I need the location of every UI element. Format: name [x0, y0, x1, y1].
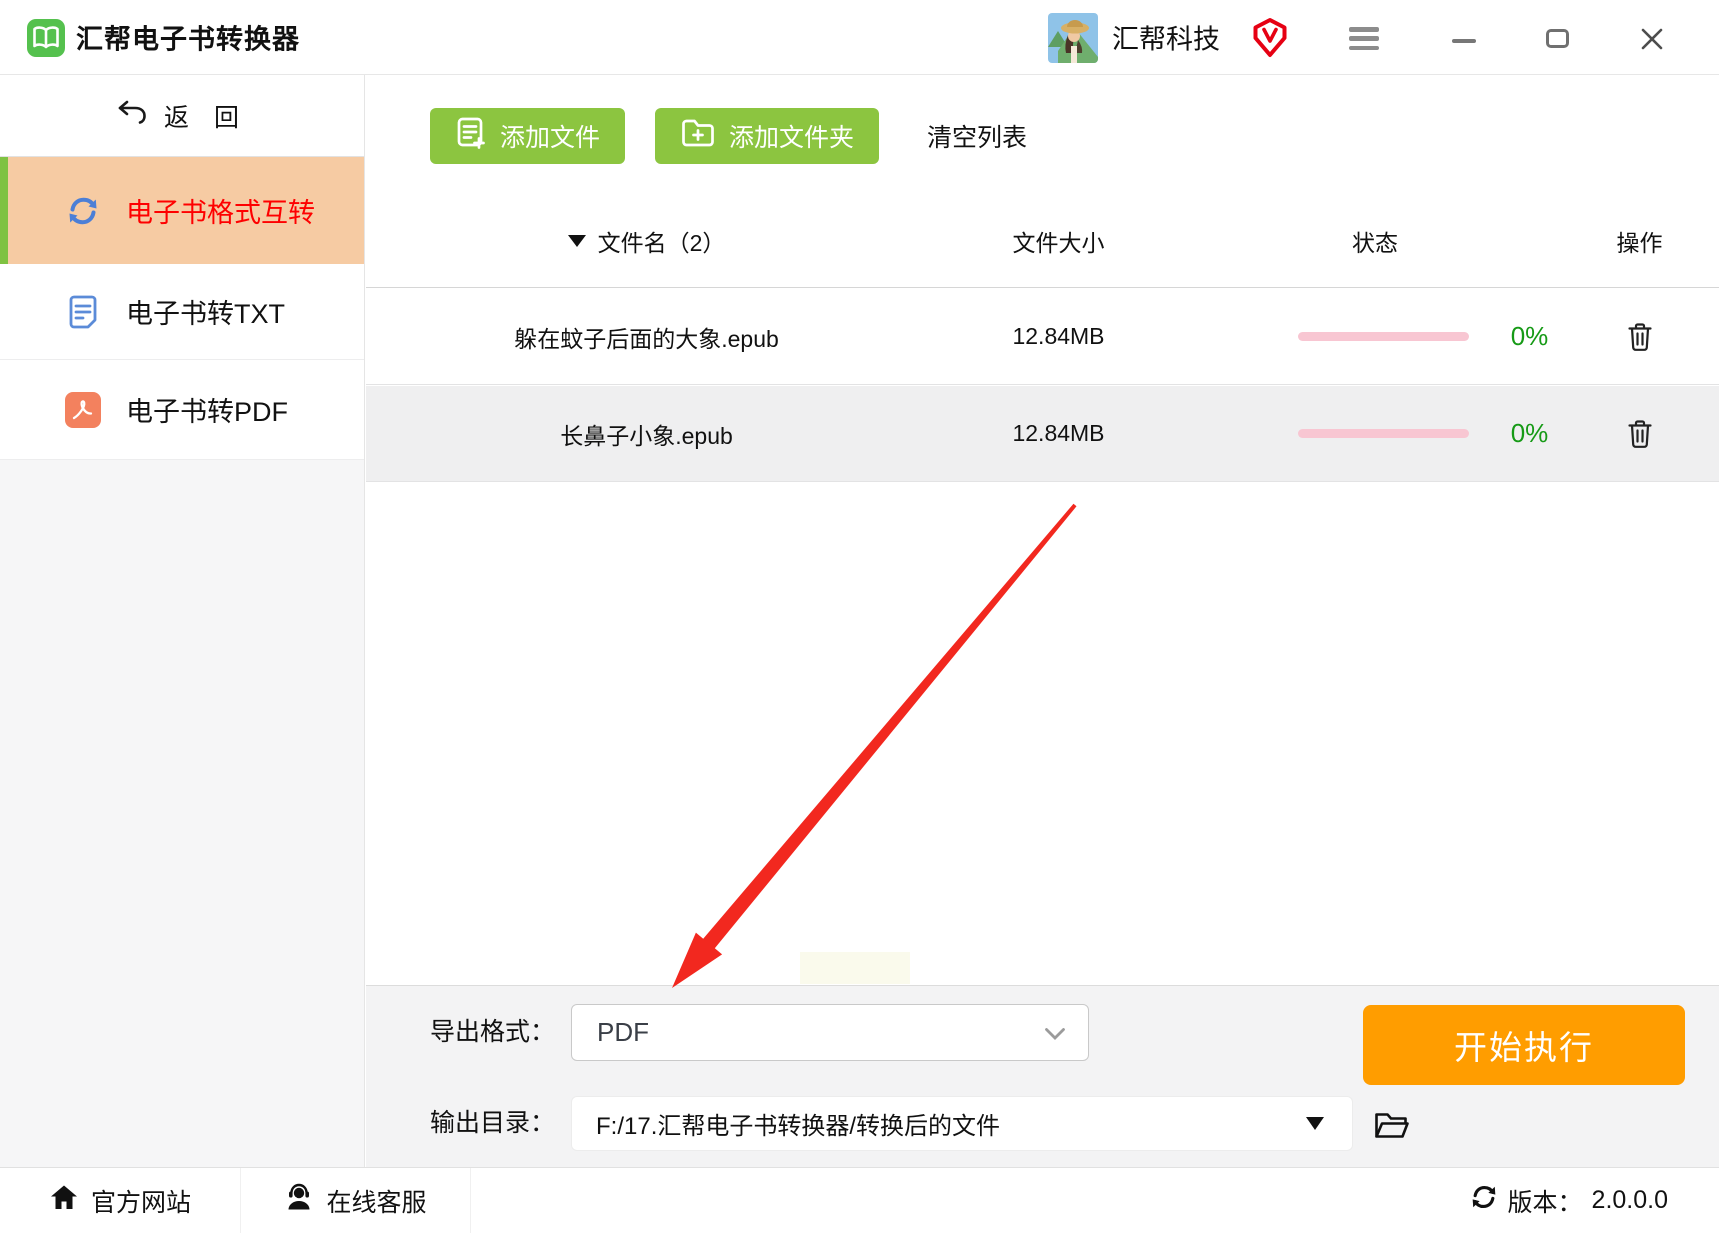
add-file-button[interactable]: 添加文件: [430, 108, 626, 164]
table-row[interactable]: 长鼻子小象.epub 12.84MB 0%: [366, 386, 1719, 482]
progress-bar: [1297, 429, 1469, 438]
sidebar-item-ebook-format-convert[interactable]: 电子书格式互转: [0, 157, 364, 264]
sidebar-item-ebook-to-txt[interactable]: 电子书转TXT: [0, 264, 364, 360]
main-area: 添加文件 添加文件夹 清空列表 文件名（2） 文件大小 状态 操作 躲在蚊子后面…: [366, 75, 1719, 1167]
browse-folder-icon[interactable]: [1373, 1110, 1411, 1140]
online-support-label: 在线客服: [326, 1188, 427, 1217]
pdf-icon: [64, 391, 102, 428]
file-name: 躲在蚊子后面的大象.epub: [514, 325, 779, 352]
export-format-select[interactable]: PDF: [571, 1004, 1089, 1061]
sidebar-item-label: 电子书转TXT: [126, 299, 285, 329]
back-label: 返 回: [164, 103, 248, 132]
official-website-link[interactable]: 官方网站: [0, 1168, 241, 1233]
back-arrow-icon: [116, 99, 148, 132]
delete-trash-icon[interactable]: [1627, 419, 1653, 449]
app-title: 汇帮电子书转换器: [76, 24, 300, 55]
table-row[interactable]: 躲在蚊子后面的大象.epub 12.84MB 0%: [366, 289, 1719, 385]
column-header-filename[interactable]: 文件名（2）: [366, 195, 927, 287]
file-status: 0%: [1190, 386, 1560, 481]
version-value: 2.0.0.0: [1591, 1186, 1668, 1214]
toolbar: 添加文件 添加文件夹 清空列表: [366, 108, 1719, 164]
column-header-filesize: 文件大小: [1012, 230, 1105, 256]
file-status: 0%: [1190, 289, 1560, 384]
titlebar: 汇帮电子书转换器 汇帮科技: [0, 0, 1719, 75]
chevron-down-icon: [1044, 1017, 1066, 1048]
official-website-label: 官方网站: [90, 1188, 191, 1217]
export-format-label: 导出格式：: [430, 1018, 556, 1046]
progress-percent: 0%: [1510, 418, 1549, 448]
sidebar-item-label: 电子书格式互转: [126, 198, 315, 228]
vip-badge-icon[interactable]: [1251, 17, 1289, 59]
bottom-panel: 导出格式： PDF 开始执行 输出目录： F:/17.汇帮电子书转换器/转换后的…: [366, 985, 1719, 1167]
headset-icon: [284, 1182, 314, 1219]
app-logo-book-icon: [27, 19, 65, 57]
file-action: [1560, 289, 1719, 384]
add-file-label: 添加文件: [500, 124, 601, 152]
menu-icon[interactable]: [1349, 27, 1379, 50]
file-action: [1560, 386, 1719, 481]
add-folder-icon: [680, 117, 716, 156]
add-folder-button[interactable]: 添加文件夹: [655, 108, 880, 164]
sidebar-item-label: 电子书转PDF: [126, 397, 288, 427]
update-sync-icon: [1469, 1184, 1499, 1217]
sort-caret-icon: [567, 235, 586, 247]
add-folder-label: 添加文件夹: [729, 124, 855, 152]
watermark: [800, 952, 910, 984]
close-icon[interactable]: [1640, 27, 1664, 51]
output-dir-select[interactable]: F:/17.汇帮电子书转换器/转换后的文件: [571, 1096, 1353, 1151]
sidebar: 返 回 电子书格式互转 电子书转TXT 电子书转PDF: [0, 75, 365, 1167]
sync-icon: [64, 195, 102, 227]
back-button[interactable]: 返 回: [0, 75, 364, 157]
output-dir-value: F:/17.汇帮电子书转换器/转换后的文件: [596, 1113, 1001, 1140]
version-info[interactable]: 版本： 2.0.0.0: [1469, 1183, 1719, 1219]
online-support-link[interactable]: 在线客服: [241, 1168, 471, 1233]
sidebar-empty-area: [0, 460, 364, 1167]
maximize-icon[interactable]: [1546, 29, 1569, 48]
home-icon: [49, 1183, 79, 1218]
progress-percent: 0%: [1510, 321, 1549, 351]
output-dir-label: 输出目录：: [430, 1109, 556, 1137]
user-avatar[interactable]: [1048, 13, 1098, 63]
column-header-status: 状态: [1352, 230, 1398, 256]
footer: 官方网站 在线客服 版本： 2.0.0.0: [0, 1167, 1719, 1233]
clear-list-button[interactable]: 清空列表: [927, 118, 1027, 154]
progress-bar: [1297, 332, 1469, 341]
table-header: 文件名（2） 文件大小 状态 操作: [366, 195, 1719, 288]
column-header-action: 操作: [1616, 230, 1663, 256]
account-name: 汇帮科技: [1112, 24, 1220, 55]
add-file-icon: [455, 116, 487, 157]
export-format-value: PDF: [597, 1017, 649, 1047]
file-size: 12.84MB: [1012, 420, 1105, 446]
dropdown-arrow-icon: [1306, 1117, 1324, 1130]
minimize-icon[interactable]: [1452, 39, 1476, 43]
delete-trash-icon[interactable]: [1627, 322, 1653, 352]
start-button[interactable]: 开始执行: [1363, 1005, 1685, 1085]
version-label: 版本：: [1507, 1188, 1583, 1217]
sidebar-item-ebook-to-pdf[interactable]: 电子书转PDF: [0, 360, 364, 460]
txt-document-icon: [64, 294, 102, 330]
file-size: 12.84MB: [1012, 323, 1105, 349]
file-name: 长鼻子小象.epub: [560, 422, 733, 449]
